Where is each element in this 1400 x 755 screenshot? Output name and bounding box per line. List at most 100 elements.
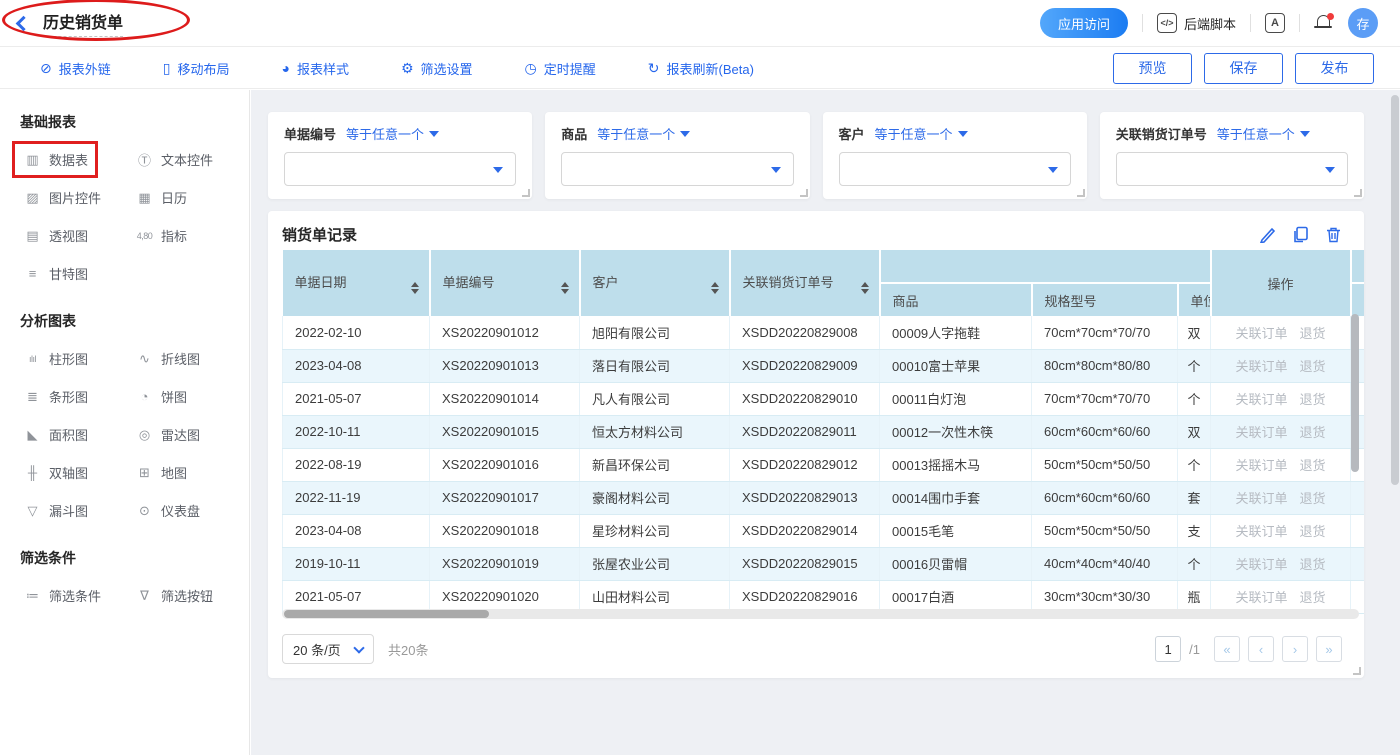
sidebar-item-filter-button[interactable]: ∇筛选按钮 (132, 584, 217, 607)
sidebar-item-funnel-chart[interactable]: ▽漏斗图 (20, 499, 92, 522)
sidebar-item-line-chart[interactable]: ∿折线图 (132, 347, 204, 370)
column-header-unit[interactable]: 单位 (1178, 283, 1211, 316)
first-page-button[interactable]: « (1214, 636, 1240, 662)
related-order-link[interactable]: 关联订单 (1236, 425, 1288, 440)
sort-icon[interactable] (711, 282, 719, 294)
toolbar-item[interactable]: ⚙筛选设置 (401, 59, 473, 78)
column-header-spec[interactable]: 规格型号 (1032, 283, 1178, 316)
backend-script-button[interactable]: </> 后端脚本 (1157, 13, 1236, 33)
back-icon[interactable] (16, 16, 32, 32)
sidebar-item-gantt[interactable]: ≡甘特图 (20, 262, 92, 285)
table-row[interactable]: 2022-11-19XS20220901017豪阁材料公司XSDD2022082… (283, 481, 1365, 514)
table-row[interactable]: 2019-10-11XS20220901019张屋农业公司XSDD2022082… (283, 547, 1365, 580)
filter-operator[interactable]: 等于任意一个 (875, 124, 968, 143)
sidebar-item-radar-chart[interactable]: ◎雷达图 (132, 423, 204, 446)
column-header-code[interactable]: 单据编号 (430, 250, 580, 316)
data-table-widget[interactable]: 销货单记录 单据日期 单据编号 (268, 211, 1364, 678)
sidebar-item-map[interactable]: ⊞地图 (132, 461, 191, 484)
return-link[interactable]: 退货 (1300, 458, 1326, 473)
sidebar-item-data-table[interactable]: ▥数据表 (20, 148, 92, 171)
toolbar-item[interactable]: ◕报表样式 (281, 59, 348, 78)
edit-icon[interactable] (1259, 226, 1276, 243)
related-order-link[interactable]: 关联订单 (1236, 524, 1288, 539)
toolbar-item[interactable]: ↻报表刷新(Beta) (648, 59, 754, 78)
filter-select[interactable] (839, 152, 1071, 186)
prev-page-button[interactable]: ‹ (1248, 636, 1274, 662)
return-link[interactable]: 退货 (1300, 491, 1326, 506)
return-link[interactable]: 退货 (1300, 524, 1326, 539)
return-link[interactable]: 退货 (1300, 590, 1326, 605)
table-row[interactable]: 2023-04-08XS20220901013落日有限公司XSDD2022082… (283, 349, 1365, 382)
link-icon: ⊘ (40, 61, 52, 75)
filter-operator[interactable]: 等于任意一个 (1217, 124, 1310, 143)
last-page-button[interactable]: » (1316, 636, 1342, 662)
sidebar-item-area-chart[interactable]: ◣面积图 (20, 423, 92, 446)
sort-icon[interactable] (561, 282, 569, 294)
related-order-link[interactable]: 关联订单 (1236, 359, 1288, 374)
publish-button[interactable]: 发布 (1295, 53, 1374, 84)
sidebar-item-image-widget[interactable]: ▨图片控件 (20, 186, 105, 209)
toolbar-item[interactable]: ⊘报表外链 (40, 59, 111, 78)
resize-handle[interactable] (1354, 189, 1362, 197)
related-order-link[interactable]: 关联订单 (1236, 326, 1288, 341)
return-link[interactable]: 退货 (1300, 425, 1326, 440)
table-row[interactable]: 2022-08-19XS20220901016新昌环保公司XSDD2022082… (283, 448, 1365, 481)
page-size-select[interactable]: 20 条/页 (282, 634, 374, 664)
sidebar-item-pivot[interactable]: ▤透视图 (20, 224, 92, 247)
sidebar-item-bar-chart[interactable]: ≣条形图 (20, 385, 92, 408)
resize-handle[interactable] (800, 189, 808, 197)
sidebar-item-indicator[interactable]: 4,80指标 (132, 224, 191, 247)
resize-handle[interactable] (522, 189, 530, 197)
return-link[interactable]: 退货 (1300, 359, 1326, 374)
filter-operator[interactable]: 等于任意一个 (597, 124, 690, 143)
save-button[interactable]: 保存 (1204, 53, 1283, 84)
filter-select[interactable] (1116, 152, 1348, 186)
app-access-button[interactable]: 应用访问 (1040, 8, 1128, 38)
sidebar-item-filter-condition[interactable]: ≔筛选条件 (20, 584, 105, 607)
table-vertical-scrollbar[interactable] (1351, 314, 1359, 472)
return-link[interactable]: 退货 (1300, 392, 1326, 407)
table-row[interactable]: 2022-10-11XS20220901015恒太方材料公司XSDD202208… (283, 415, 1365, 448)
next-page-button[interactable]: › (1282, 636, 1308, 662)
resize-handle[interactable] (1077, 189, 1085, 197)
related-order-link[interactable]: 关联订单 (1236, 557, 1288, 572)
related-order-link[interactable]: 关联订单 (1236, 491, 1288, 506)
toolbar-item[interactable]: ▯移动布局 (163, 59, 230, 78)
related-order-link[interactable]: 关联订单 (1236, 392, 1288, 407)
related-order-link[interactable]: 关联订单 (1236, 590, 1288, 605)
column-header-date[interactable]: 单据日期 (283, 250, 430, 316)
delete-icon[interactable] (1325, 226, 1342, 243)
column-header-product[interactable]: 商品 (880, 283, 1032, 316)
table-row[interactable]: 2021-05-07XS20220901014凡人有限公司XSDD2022082… (283, 382, 1365, 415)
related-order-link[interactable]: 关联订单 (1236, 458, 1288, 473)
resize-handle[interactable] (1353, 667, 1361, 675)
filter-operator[interactable]: 等于任意一个 (346, 124, 439, 143)
sidebar-item-pie-chart[interactable]: ◔饼图 (132, 385, 191, 408)
sort-icon[interactable] (861, 282, 869, 294)
return-link[interactable]: 退货 (1300, 326, 1326, 341)
contacts-icon[interactable]: A (1265, 13, 1285, 33)
preview-button[interactable]: 预览 (1113, 53, 1192, 84)
page-title[interactable]: 历史销货单 (43, 9, 123, 37)
table-row[interactable]: 2023-04-08XS20220901018星珍材料公司XSDD2022082… (283, 514, 1365, 547)
notification-bell-icon[interactable] (1314, 13, 1334, 33)
filter-select[interactable] (561, 152, 793, 186)
avatar[interactable]: 存 (1348, 8, 1378, 38)
table-row[interactable]: 2022-02-10XS20220901012旭阳有限公司XSDD2022082… (283, 316, 1365, 349)
page-scrollbar[interactable] (1391, 95, 1399, 485)
scrollbar-thumb[interactable] (284, 610, 489, 618)
sidebar-item-dual-axis[interactable]: ╫双轴图 (20, 461, 92, 484)
current-page-box[interactable]: 1 (1155, 636, 1181, 662)
sidebar-item-gauge[interactable]: ⊙仪表盘 (132, 499, 204, 522)
column-header-customer[interactable]: 客户 (580, 250, 730, 316)
sidebar-item-calendar[interactable]: ▦日历 (132, 186, 191, 209)
sidebar-item-text-widget[interactable]: Ⓣ文本控件 (132, 148, 217, 171)
copy-icon[interactable] (1292, 226, 1309, 243)
return-link[interactable]: 退货 (1300, 557, 1326, 572)
column-header-order[interactable]: 关联销货订单号 (730, 250, 880, 316)
toolbar-item[interactable]: ◷定时提醒 (525, 59, 596, 78)
filter-select[interactable] (284, 152, 516, 186)
sidebar-item-column-chart[interactable]: ılıl柱形图 (20, 347, 92, 370)
table-horizontal-scrollbar[interactable] (282, 609, 1359, 619)
sort-icon[interactable] (411, 282, 419, 294)
